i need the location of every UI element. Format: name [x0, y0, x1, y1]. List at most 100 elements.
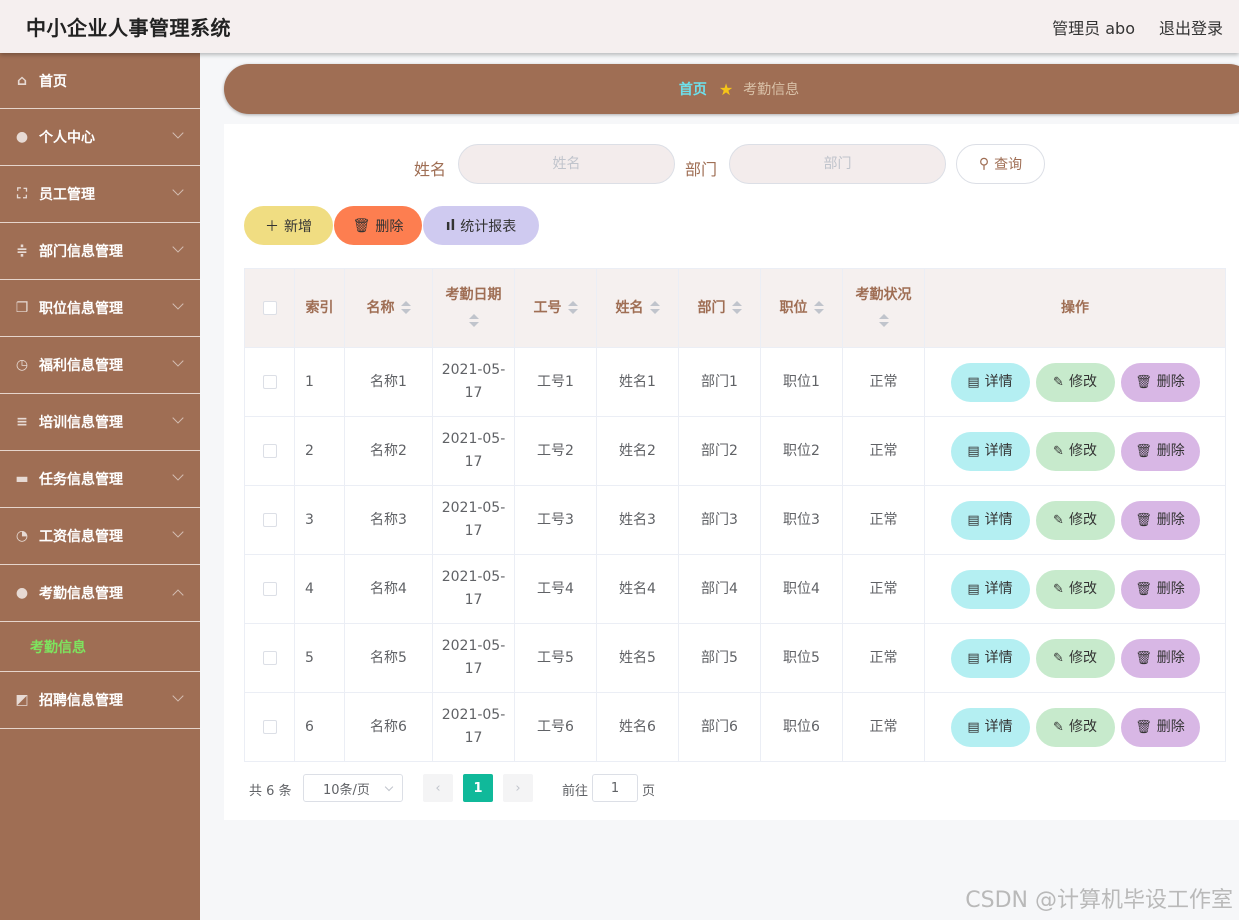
select-all-checkbox[interactable]: [262, 301, 277, 315]
pagination-total: 共 6 条: [249, 784, 292, 799]
table-cell: 职位3: [760, 485, 843, 555]
delete-row-button[interactable]: 🗑 删除: [1120, 707, 1200, 747]
pencil-icon: ✎: [1053, 512, 1064, 528]
sidebar-item[interactable]: ⌂ 首页: [0, 53, 200, 109]
row-checkbox[interactable]: [262, 374, 277, 389]
chevron-down-icon: [172, 412, 184, 424]
bar-chart-icon: ıl: [445, 217, 456, 234]
dept-search-input[interactable]: [729, 144, 946, 184]
sidebar-item[interactable]: ≡ 培训信息管理: [0, 394, 200, 451]
delete-row-button[interactable]: 🗑 删除: [1120, 569, 1200, 609]
gauge-icon: ◔: [15, 528, 29, 544]
sidebar-item[interactable]: ● 个人中心: [0, 109, 200, 166]
document-icon: ▤: [967, 650, 980, 666]
detail-button[interactable]: ▤ 详情: [950, 500, 1030, 540]
sidebar-item-label: 考勤信息管理: [39, 586, 123, 602]
table-cell: 名称6: [344, 692, 433, 762]
sort-icon[interactable]: [731, 301, 742, 315]
column-header[interactable]: 部门: [678, 268, 761, 348]
sort-icon[interactable]: [813, 301, 824, 315]
column-header[interactable]: 姓名: [596, 268, 679, 348]
sort-icon[interactable]: [567, 301, 578, 315]
trash-icon: 🗑: [1135, 443, 1152, 459]
chart-icon: ◩: [15, 692, 29, 708]
detail-button[interactable]: ▤ 详情: [950, 362, 1030, 402]
sort-icon[interactable]: [468, 314, 479, 328]
trash-icon: 🗑: [352, 217, 371, 234]
chevron-down-icon: [172, 298, 184, 310]
name-search-input[interactable]: [458, 144, 675, 184]
page-size-value: 10条/页: [323, 782, 370, 798]
sidebar-item[interactable]: ▬ 任务信息管理: [0, 451, 200, 508]
delete-row-button[interactable]: 🗑 删除: [1120, 362, 1200, 402]
row-checkbox[interactable]: [262, 512, 277, 527]
edit-button[interactable]: ✎ 修改: [1035, 569, 1115, 609]
column-header[interactable]: 名称: [344, 268, 433, 348]
table-cell: 名称3: [344, 485, 433, 555]
search-button[interactable]: ⚲ 查询: [956, 144, 1045, 184]
delete-row-button-label: 删除: [1156, 442, 1185, 459]
edit-button[interactable]: ✎ 修改: [1035, 500, 1115, 540]
document-icon: ▤: [967, 512, 980, 528]
sidebar-item[interactable]: ◔ 工资信息管理: [0, 508, 200, 565]
table-cell: 正常: [842, 347, 925, 417]
sidebar-item[interactable]: ● 考勤信息管理: [0, 565, 200, 622]
goto-page-input[interactable]: [592, 774, 638, 802]
column-header[interactable]: 考勤状况: [842, 268, 925, 348]
column-header[interactable]: 职位: [760, 268, 843, 348]
breadcrumb-home[interactable]: 首页: [679, 79, 707, 99]
edit-button[interactable]: ✎ 修改: [1035, 638, 1115, 678]
delete-row-button[interactable]: 🗑 删除: [1120, 500, 1200, 540]
edit-button-label: 修改: [1068, 580, 1097, 597]
table-row: 6 名称6 2021-05-17 工号6 姓名6 部门6 职位6 正常 ▤ 详情 ✎ 修改 🗑 删除: [244, 692, 1226, 762]
submenu-item-attendance[interactable]: 考勤信息: [0, 622, 200, 672]
search-icon: ⚲: [978, 156, 990, 172]
sort-icon[interactable]: [878, 314, 889, 328]
detail-button[interactable]: ▤ 详情: [950, 638, 1030, 678]
sidebar-item[interactable]: ≑ 部门信息管理: [0, 223, 200, 280]
delete-row-button[interactable]: 🗑 删除: [1120, 638, 1200, 678]
detail-button[interactable]: ▤ 详情: [950, 569, 1030, 609]
page-size-select[interactable]: 10条/页: [303, 774, 403, 802]
monitor-icon: ▬: [15, 471, 29, 487]
report-button[interactable]: ıl 统计报表: [423, 206, 539, 245]
sidebar-item[interactable]: ◷ 福利信息管理: [0, 337, 200, 394]
next-page-button[interactable]: ›: [503, 774, 533, 802]
sidebar-item-label: 任务信息管理: [39, 472, 123, 488]
logout-link[interactable]: 退出登录: [1159, 15, 1223, 39]
detail-button[interactable]: ▤ 详情: [950, 707, 1030, 747]
batch-delete-button[interactable]: 🗑 删除: [334, 206, 422, 245]
chevron-down-icon: [172, 241, 184, 253]
edit-button[interactable]: ✎ 修改: [1035, 431, 1115, 471]
column-header[interactable]: 考勤日期: [432, 268, 515, 348]
chevron-down-icon: [172, 526, 184, 538]
sidebar-item[interactable]: ◩ 招聘信息管理: [0, 672, 200, 729]
edit-button[interactable]: ✎ 修改: [1035, 362, 1115, 402]
row-checkbox[interactable]: [262, 443, 277, 458]
row-checkbox[interactable]: [262, 581, 277, 596]
prev-page-button[interactable]: ‹: [423, 774, 453, 802]
page-number-current[interactable]: 1: [463, 774, 493, 802]
table-cell: 名称4: [344, 554, 433, 624]
edit-button[interactable]: ✎ 修改: [1035, 707, 1115, 747]
table-row: 5 名称5 2021-05-17 工号5 姓名5 部门5 职位5 正常 ▤ 详情 ✎ 修改 🗑 删除: [244, 623, 1226, 693]
delete-row-button[interactable]: 🗑 删除: [1120, 431, 1200, 471]
table-cell: 工号2: [514, 416, 597, 486]
current-user: 管理员 abo: [1052, 19, 1135, 38]
table-cell: 2021-05-17: [432, 416, 515, 486]
sort-icon[interactable]: [649, 301, 660, 315]
sidebar-item[interactable]: ❐ 职位信息管理: [0, 280, 200, 337]
detail-button-label: 详情: [984, 373, 1013, 390]
row-checkbox[interactable]: [262, 650, 277, 665]
add-button[interactable]: ＋ 新增: [244, 206, 333, 245]
column-header[interactable]: 工号: [514, 268, 597, 348]
column-header-label: 姓名: [615, 300, 644, 316]
sidebar-item[interactable]: ⛶ 员工管理: [0, 166, 200, 223]
detail-button[interactable]: ▤ 详情: [950, 431, 1030, 471]
sort-icon[interactable]: [400, 301, 411, 315]
column-header-label: 职位: [779, 300, 808, 316]
chevron-down-icon: [172, 690, 184, 702]
table-cell: 1: [294, 347, 345, 417]
row-checkbox[interactable]: [262, 719, 277, 734]
document-icon: ▤: [967, 443, 980, 459]
